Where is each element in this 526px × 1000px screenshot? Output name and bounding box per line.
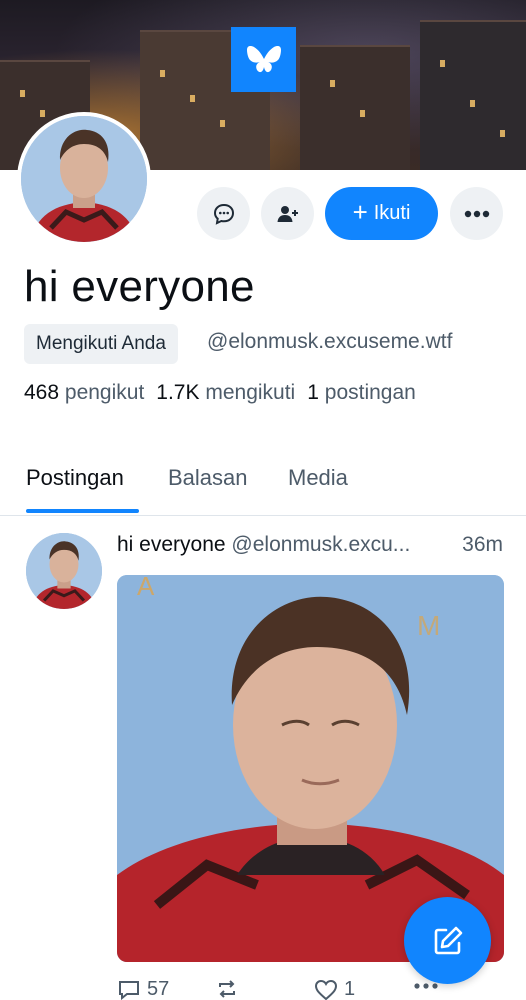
reply-icon bbox=[119, 980, 139, 1000]
bluesky-logo bbox=[231, 27, 296, 92]
heart-icon bbox=[314, 979, 338, 1000]
followers-count: 468 bbox=[24, 381, 60, 404]
post-author-name[interactable]: hi everyone bbox=[117, 533, 226, 556]
add-user-button[interactable] bbox=[261, 187, 314, 240]
plus-icon: + bbox=[352, 197, 368, 227]
follows-you-badge: Mengikuti Anda bbox=[24, 324, 178, 364]
following-link[interactable]: 1.7K mengikuti bbox=[156, 381, 295, 404]
tab-replies[interactable]: Balasan bbox=[168, 465, 248, 491]
banner-building bbox=[420, 20, 526, 170]
followers-link[interactable]: 468 pengikut bbox=[24, 381, 144, 404]
following-label: mengikuti bbox=[205, 381, 296, 404]
profile-display-name: hi everyone bbox=[24, 262, 255, 311]
tab-media[interactable]: Media bbox=[288, 465, 348, 491]
post-header: hi everyone @elonmusk.excu... 36m bbox=[117, 533, 507, 557]
reply-count: 57 bbox=[147, 978, 170, 1000]
ellipsis-icon bbox=[464, 210, 489, 217]
repost-icon bbox=[219, 980, 235, 998]
profile-tabs: Postingan Balasan Media bbox=[0, 460, 526, 516]
active-tab-indicator bbox=[26, 509, 139, 513]
post-timestamp[interactable]: 36m bbox=[462, 533, 503, 557]
follow-button[interactable]: + Ikuti bbox=[325, 187, 438, 240]
avatar-portrait bbox=[21, 116, 147, 242]
following-count: 1.7K bbox=[156, 381, 200, 404]
posts-stat: 1 postingan bbox=[307, 381, 416, 404]
svg-text:A: A bbox=[137, 575, 155, 601]
profile-handle: @elonmusk.excuseme.wtf bbox=[207, 330, 453, 353]
compose-post-button[interactable] bbox=[404, 897, 491, 984]
reply-button[interactable]: 57 bbox=[117, 978, 169, 1000]
svg-text:M: M bbox=[417, 610, 440, 641]
post-more-button[interactable] bbox=[413, 982, 439, 990]
compose-icon bbox=[434, 926, 462, 954]
avatar-portrait bbox=[26, 533, 102, 609]
chat-bubble-icon bbox=[213, 203, 234, 225]
person-plus-icon bbox=[277, 205, 298, 222]
message-button[interactable] bbox=[197, 187, 250, 240]
profile-avatar[interactable] bbox=[17, 112, 151, 246]
banner-building bbox=[300, 45, 410, 170]
like-button[interactable]: 1 bbox=[314, 978, 355, 1000]
posts-count: 1 bbox=[307, 381, 319, 404]
tab-posts[interactable]: Postingan bbox=[26, 465, 124, 491]
like-count: 1 bbox=[344, 978, 356, 1000]
follow-button-label: Ikuti bbox=[373, 202, 411, 224]
profile-stats: 468 pengikut 1.7K mengikuti 1 postingan bbox=[24, 381, 416, 405]
posts-label: postingan bbox=[324, 381, 416, 404]
repost-button[interactable] bbox=[215, 978, 239, 1000]
more-options-button[interactable] bbox=[450, 187, 503, 240]
followers-label: pengikut bbox=[64, 381, 145, 404]
post-author-avatar[interactable] bbox=[26, 533, 102, 609]
ellipsis-icon bbox=[414, 983, 438, 989]
post-author-handle[interactable]: @elonmusk.excu... bbox=[231, 533, 410, 556]
butterfly-icon bbox=[246, 45, 281, 72]
